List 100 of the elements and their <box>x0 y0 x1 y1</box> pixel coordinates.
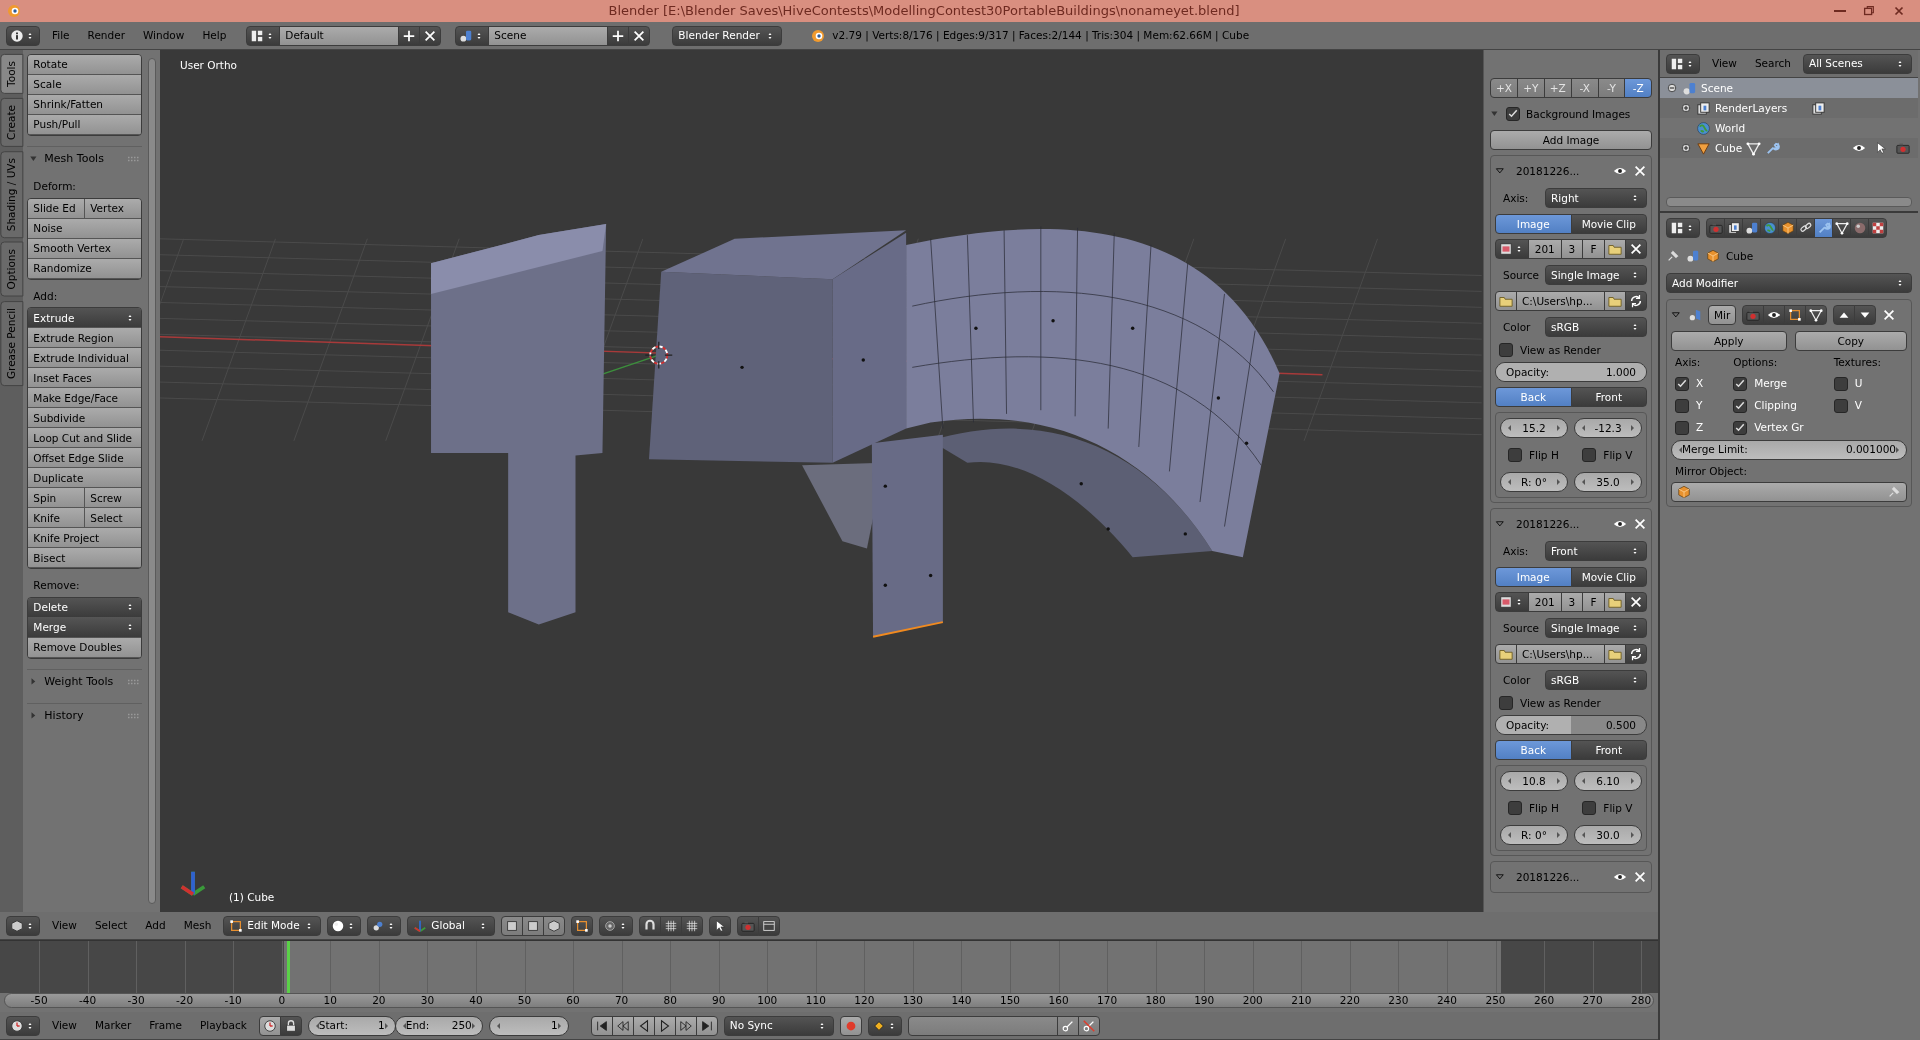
add-image-button[interactable]: Add Image <box>1490 130 1652 150</box>
remove-button[interactable] <box>628 25 651 46</box>
render-toggle[interactable] <box>1742 305 1765 325</box>
remove-button[interactable] <box>1882 308 1897 322</box>
checkbox[interactable] <box>1833 376 1848 391</box>
menu-item[interactable]: Frame <box>143 1015 188 1036</box>
edge-select-button[interactable] <box>522 915 545 936</box>
checkbox[interactable] <box>1499 696 1513 710</box>
maximize-button[interactable] <box>1862 4 1876 18</box>
delete-key-button[interactable] <box>1077 1015 1100 1036</box>
checkbox[interactable] <box>1675 420 1689 435</box>
scene-name-field[interactable]: Scene <box>488 25 609 46</box>
checkbox[interactable] <box>1582 801 1597 815</box>
menu-item[interactable]: Search <box>1748 53 1797 74</box>
tool-button[interactable]: Extrude Region <box>28 328 142 349</box>
panel-header[interactable]: History <box>27 703 143 728</box>
axis-dropdown[interactable]: Right <box>1545 188 1647 208</box>
menu-item[interactable]: File <box>46 25 76 46</box>
tree-item[interactable]: Cube <box>1660 138 1918 158</box>
tool-button[interactable]: Subdivide <box>28 408 142 429</box>
source-tab[interactable]: Movie Clip <box>1570 567 1647 587</box>
tool-dropdown[interactable]: Delete <box>28 597 142 618</box>
number-field[interactable]: R: 0° <box>1500 472 1568 492</box>
play-reverse-button[interactable] <box>632 1015 655 1036</box>
vertex-select-button[interactable] <box>501 915 524 936</box>
keep-offset-button[interactable] <box>709 915 732 936</box>
scene-selector-button[interactable] <box>455 25 490 46</box>
shading-dropdown[interactable] <box>327 915 362 936</box>
animation-button[interactable] <box>758 915 781 936</box>
tool-button[interactable]: Extrude Individual <box>28 348 142 369</box>
pivot-dropdown[interactable] <box>367 915 402 936</box>
keying-set-field[interactable] <box>907 1015 1058 1036</box>
tool-button[interactable]: Offset Edge Slide <box>28 448 142 469</box>
jump-end-button[interactable] <box>695 1015 718 1036</box>
frame-ruler[interactable] <box>4 993 1654 1008</box>
tool-button[interactable]: Noise <box>28 218 142 239</box>
editor-type-button[interactable] <box>6 1015 40 1036</box>
unlink-button[interactable] <box>1625 592 1647 612</box>
mirror-object-field[interactable] <box>1671 482 1907 503</box>
panel-header[interactable]: Weight Tools <box>27 668 143 694</box>
tool-dropdown[interactable]: Extrude <box>28 308 142 329</box>
render-button[interactable] <box>737 915 760 936</box>
occlude-button[interactable] <box>571 915 594 936</box>
scrollbar[interactable] <box>1666 197 1912 207</box>
cage-toggle[interactable] <box>1805 305 1828 325</box>
menu-item[interactable]: Render <box>81 25 131 46</box>
tree-item[interactable]: World <box>1660 118 1918 138</box>
side-tab[interactable]: Front <box>1570 387 1647 407</box>
open-file-button[interactable] <box>1604 592 1626 612</box>
move-down-button[interactable] <box>1854 305 1877 325</box>
source-tab[interactable]: Movie Clip <box>1570 214 1647 234</box>
checkbox[interactable] <box>1506 107 1520 121</box>
source-dropdown[interactable]: Single Image <box>1545 265 1647 285</box>
add-button[interactable] <box>607 25 630 46</box>
tool-button[interactable]: Make Edge/Face <box>28 388 142 409</box>
tool-button[interactable]: Knife Project <box>28 528 142 549</box>
file-type-button[interactable] <box>1495 644 1517 664</box>
tool-button[interactable]: Duplicate <box>28 468 142 489</box>
checkbox[interactable] <box>1733 376 1748 391</box>
open-file-button[interactable] <box>1604 644 1626 664</box>
reload-button[interactable] <box>1625 291 1647 311</box>
apply-button[interactable]: Apply <box>1671 331 1787 351</box>
jump-start-button[interactable] <box>590 1015 613 1036</box>
menu-item[interactable]: Marker <box>88 1015 138 1036</box>
tool-button[interactable]: Rotate <box>28 55 142 75</box>
tool-button[interactable]: Vertex <box>85 198 142 219</box>
orientation-dropdown[interactable]: Global <box>407 915 496 936</box>
file-type-button[interactable] <box>1495 291 1517 311</box>
mode-dropdown[interactable]: Edit Mode <box>223 915 322 936</box>
render-engine-dropdown[interactable]: Blender Render <box>672 25 783 46</box>
tool-dropdown[interactable]: Merge <box>28 617 142 638</box>
opacity-slider[interactable]: Opacity: 1.000 <box>1495 362 1647 382</box>
modifier-name-field[interactable]: Mir <box>1708 305 1737 325</box>
checkbox[interactable] <box>1508 801 1522 815</box>
editor-type-button[interactable] <box>6 25 40 46</box>
color-space-dropdown[interactable]: sRGB <box>1545 317 1647 337</box>
number-field[interactable]: 10.8 <box>1500 771 1568 791</box>
menu-item[interactable]: Add <box>139 915 172 936</box>
keying-set-button[interactable] <box>867 1015 902 1036</box>
color-space-dropdown[interactable]: sRGB <box>1545 670 1647 690</box>
tool-button[interactable]: Loop Cut and Slide <box>28 428 142 449</box>
tool-button[interactable]: Spin <box>28 488 86 509</box>
menu-item[interactable]: View <box>46 1015 83 1036</box>
snap-target-button[interactable] <box>681 915 704 936</box>
tool-button[interactable]: Bisect <box>28 548 142 569</box>
image-browse-button[interactable] <box>1495 592 1529 612</box>
layout-name-field[interactable]: Default <box>279 25 400 46</box>
menu-item[interactable]: View <box>46 915 83 936</box>
open-file-button[interactable] <box>1604 239 1626 259</box>
menu-item[interactable]: Playback <box>193 1015 253 1036</box>
checkbox[interactable] <box>1499 343 1513 357</box>
tree-item[interactable]: RenderLayers <box>1660 98 1918 118</box>
tool-button[interactable]: Scale <box>28 75 142 95</box>
checkbox[interactable] <box>1675 376 1689 391</box>
scrollbar[interactable] <box>148 58 156 904</box>
image-field[interactable]: F <box>1582 239 1605 259</box>
close-button[interactable] <box>1892 4 1906 18</box>
lock-button[interactable] <box>279 1015 302 1036</box>
tool-button[interactable]: Remove Doubles <box>28 637 142 658</box>
image-field[interactable]: 201 <box>1528 592 1562 612</box>
